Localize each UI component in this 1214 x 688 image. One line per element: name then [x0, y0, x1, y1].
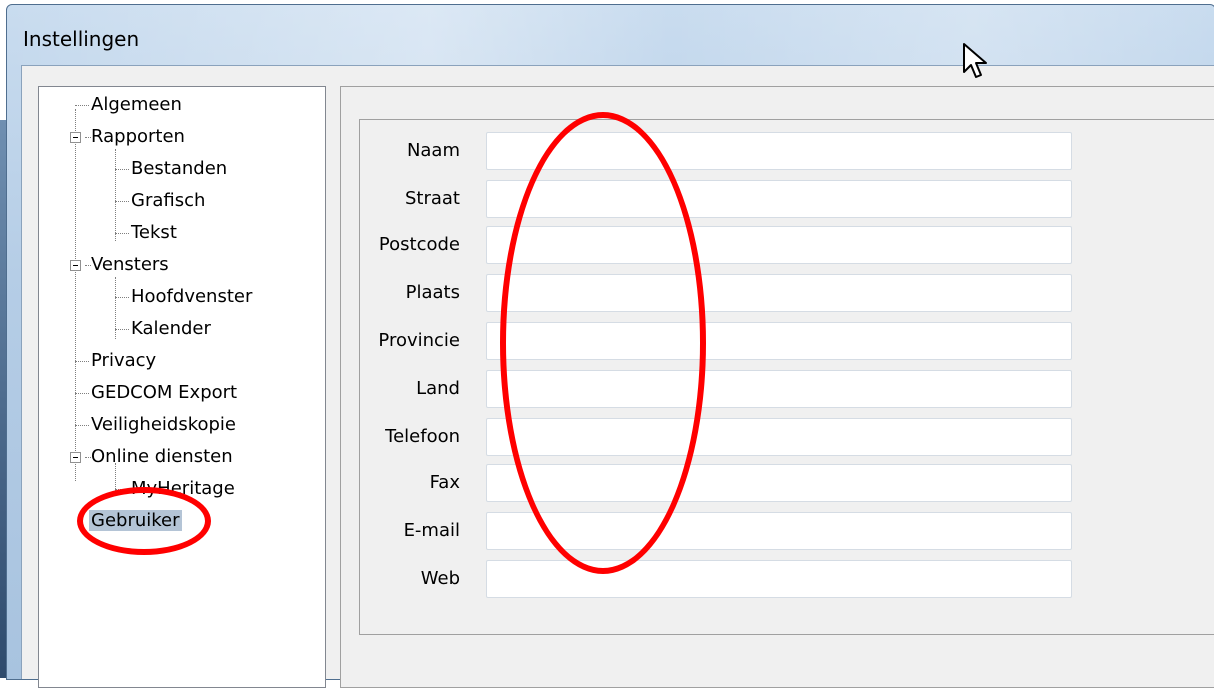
tree-item-veiligheidskopie[interactable]: Veiligheidskopie: [89, 411, 238, 439]
tree-line: [115, 169, 129, 170]
tree-item-label: MyHeritage: [131, 478, 235, 499]
naam-label: Naam: [406, 140, 460, 161]
tree-line: [115, 233, 129, 234]
tree-item-bestanden[interactable]: Bestanden: [129, 155, 229, 183]
web-field[interactable]: [486, 560, 1072, 598]
tree-item-kalender[interactable]: Kalender: [129, 315, 213, 343]
settings-dialog: Instellingen Algemeen Rapporten Bestande…: [6, 4, 1214, 688]
tree-item-label: Vensters: [91, 254, 169, 275]
plaats-field[interactable]: [486, 274, 1072, 312]
tree-item-privacy[interactable]: Privacy: [89, 347, 158, 375]
tree-item-label: Hoofdvenster: [131, 286, 253, 307]
naam-field[interactable]: [486, 132, 1072, 170]
tree-line: [115, 149, 116, 241]
tree-line: [115, 489, 129, 490]
tree-line: [75, 361, 89, 362]
tree-line: [115, 297, 129, 298]
tree-item-label: Bestanden: [131, 158, 228, 179]
tree-item-label: Privacy: [91, 350, 157, 371]
user-info-group: Naam Straat Postcode Plaats Provincie La…: [359, 112, 1214, 635]
collapse-rapporten-icon[interactable]: [70, 132, 81, 143]
settings-panel: Naam Straat Postcode Plaats Provincie La…: [340, 86, 1214, 688]
window-title: Instellingen: [23, 27, 140, 51]
tree-item-rapporten[interactable]: Rapporten: [89, 123, 187, 151]
postcode-label: Postcode: [378, 234, 460, 255]
plaats-label: Plaats: [405, 282, 460, 303]
collapse-online-diensten-icon[interactable]: [70, 452, 81, 463]
email-label: E-mail: [403, 520, 460, 541]
tree-line: [115, 329, 129, 330]
email-field[interactable]: [486, 512, 1072, 550]
tree-item-label: Algemeen: [91, 94, 182, 115]
tree-item-label: GEDCOM Export: [91, 382, 238, 403]
web-label: Web: [420, 568, 460, 589]
tree-item-label: Veiligheidskopie: [91, 414, 237, 435]
tree-item-label: Tekst: [131, 222, 177, 243]
tree-item-label: Online diensten: [91, 446, 233, 467]
tree-item-gebruiker[interactable]: Gebruiker: [89, 507, 182, 535]
tree-item-myheritage[interactable]: MyHeritage: [129, 475, 237, 503]
land-field[interactable]: [486, 370, 1072, 408]
straat-label: Straat: [404, 188, 460, 209]
dialog-client-area: Algemeen Rapporten Bestanden Grafisch Te…: [21, 65, 1214, 688]
telefoon-label: Telefoon: [385, 426, 460, 447]
tree-item-label: Rapporten: [91, 126, 185, 147]
land-label: Land: [416, 378, 460, 399]
fax-field[interactable]: [486, 464, 1072, 502]
tree-item-label: Grafisch: [131, 190, 206, 211]
tree-line: [75, 393, 89, 394]
tree-item-online-diensten[interactable]: Online diensten: [89, 443, 235, 471]
tree-item-label-selected: Gebruiker: [89, 510, 182, 531]
collapse-vensters-icon[interactable]: [70, 260, 81, 271]
tree-item-gedcom-export[interactable]: GEDCOM Export: [89, 379, 239, 407]
straat-field[interactable]: [486, 180, 1072, 218]
tree-item-tekst[interactable]: Tekst: [129, 219, 179, 247]
postcode-field[interactable]: [486, 226, 1072, 264]
provincie-label: Provincie: [378, 330, 460, 351]
title-bar[interactable]: Instellingen: [7, 5, 1214, 65]
mouse-cursor-icon: [963, 43, 987, 78]
tree-item-grafisch[interactable]: Grafisch: [129, 187, 207, 215]
tree-line: [75, 425, 89, 426]
tree-item-vensters[interactable]: Vensters: [89, 251, 171, 279]
tree-line: [75, 105, 89, 106]
fax-label: Fax: [429, 472, 460, 493]
tree-item-hoofdvenster[interactable]: Hoofdvenster: [129, 283, 254, 311]
tree-line: [115, 201, 129, 202]
telefoon-field[interactable]: [486, 418, 1072, 456]
tree-item-label: Kalender: [131, 318, 211, 339]
tree-item-algemeen[interactable]: Algemeen: [89, 91, 184, 119]
settings-tree[interactable]: Algemeen Rapporten Bestanden Grafisch Te…: [38, 86, 326, 688]
provincie-field[interactable]: [486, 322, 1072, 360]
